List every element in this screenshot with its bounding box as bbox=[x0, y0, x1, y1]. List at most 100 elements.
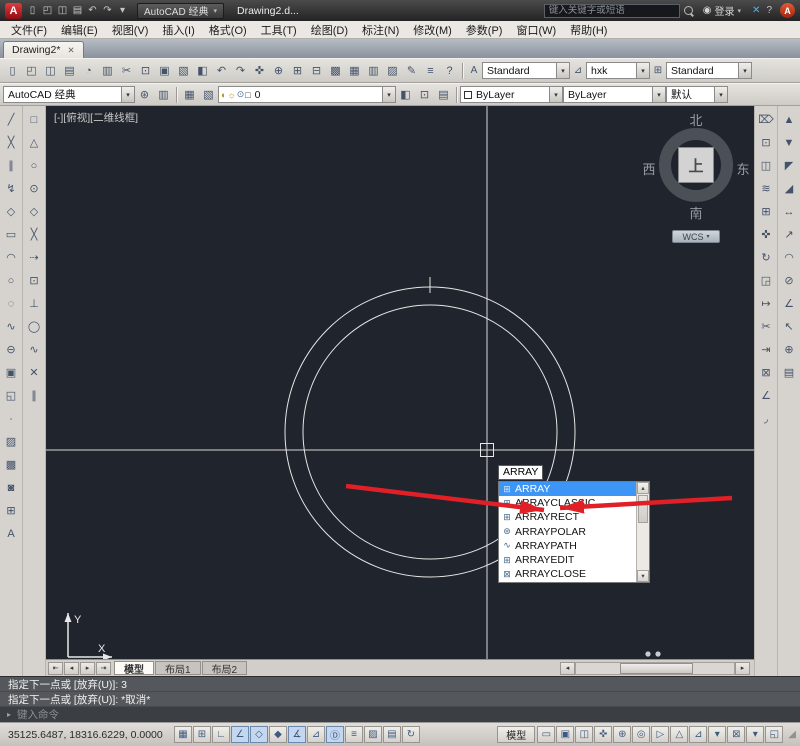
wcs-menu[interactable]: WCS ▾ bbox=[672, 230, 720, 243]
close-icon[interactable]: ✕ bbox=[67, 45, 74, 56]
bring-above-icon[interactable]: ◤ bbox=[779, 155, 800, 176]
workspaces-combo[interactable]: AutoCAD 经典 ▾ bbox=[3, 86, 135, 103]
layer-previous-icon[interactable]: ◧ bbox=[396, 85, 415, 104]
menu-item[interactable]: 窗口(W) bbox=[509, 21, 563, 38]
command-option-arraypolar[interactable]: ⊛ ARRAYPOLAR bbox=[499, 525, 636, 539]
offset-icon[interactable]: ≋ bbox=[756, 178, 777, 199]
plot-icon[interactable]: ▤ bbox=[70, 3, 85, 19]
sheet-set-manager-icon[interactable]: ▨ bbox=[383, 61, 402, 80]
resize-grip-icon[interactable]: ◢ bbox=[788, 729, 796, 740]
snap-midpoint-icon[interactable]: △ bbox=[24, 132, 45, 153]
command-option-arrayclassic[interactable]: ⊞ ARRAYCLASSIC bbox=[499, 496, 636, 510]
multiline-icon[interactable]: ∥ bbox=[1, 155, 22, 176]
quick-view-drawings-icon[interactable]: ◫ bbox=[575, 726, 593, 743]
command-input[interactable] bbox=[17, 709, 800, 721]
snap-endpoint-icon[interactable]: □ bbox=[24, 109, 45, 130]
command-option-array[interactable]: ⊞ ARRAY bbox=[499, 482, 636, 496]
menu-item[interactable]: 标注(N) bbox=[355, 21, 406, 38]
menu-item[interactable]: 文件(F) bbox=[4, 21, 54, 38]
publish-icon[interactable]: ▥ bbox=[98, 61, 117, 80]
lineweight-toggle[interactable]: ≡ bbox=[345, 726, 363, 743]
layout-tab[interactable]: 模型 bbox=[114, 661, 154, 675]
point-icon[interactable]: ∙ bbox=[1, 408, 22, 429]
annotation-caret-icon[interactable]: ▾ bbox=[708, 726, 726, 743]
snap-center-icon[interactable]: ○ bbox=[24, 155, 45, 176]
scrollbar-thumb[interactable] bbox=[638, 495, 648, 523]
extend-icon[interactable]: ⇥ bbox=[756, 339, 777, 360]
make-block-icon[interactable]: ◱ bbox=[1, 385, 22, 406]
rectangle-icon[interactable]: ▭ bbox=[1, 224, 22, 245]
zoom-realtime-icon[interactable]: ⊕ bbox=[269, 61, 288, 80]
chevron-down-icon[interactable]: ▾ bbox=[556, 63, 569, 78]
dimension-style-icon[interactable]: ▤ bbox=[779, 362, 800, 383]
snap-insertion-icon[interactable]: ⊡ bbox=[24, 270, 45, 291]
transparency-toggle[interactable]: ▨ bbox=[364, 726, 382, 743]
aligned-dimension-icon[interactable]: ↗ bbox=[779, 224, 800, 245]
otrack-toggle[interactable]: ∡ bbox=[288, 726, 306, 743]
scroll-right-icon[interactable]: ▸ bbox=[735, 662, 750, 675]
text-style-combo[interactable]: Standard ▾ bbox=[482, 62, 570, 79]
viewcube-top-face[interactable]: 上 bbox=[678, 147, 714, 183]
redo-icon[interactable]: ↷ bbox=[100, 3, 115, 19]
table-icon[interactable]: ⊞ bbox=[1, 500, 22, 521]
angular-dimension-icon[interactable]: ∠ bbox=[779, 293, 800, 314]
arc-icon[interactable]: ◠ bbox=[1, 247, 22, 268]
layout-tab[interactable]: 布局1 bbox=[155, 661, 201, 675]
snap-quadrant-icon[interactable]: ◇ bbox=[24, 201, 45, 222]
move-icon[interactable]: ✜ bbox=[756, 224, 777, 245]
snap-parallel-icon[interactable]: ∥ bbox=[24, 385, 45, 406]
make-object-layer-current-icon[interactable]: ⊡ bbox=[415, 85, 434, 104]
scrollbar-track[interactable] bbox=[637, 524, 649, 570]
table-style-combo[interactable]: Standard ▾ bbox=[666, 62, 752, 79]
osnap-toggle[interactable]: ◇ bbox=[250, 726, 268, 743]
spline-icon[interactable]: ∿ bbox=[1, 316, 22, 337]
open-file-icon[interactable]: ◰ bbox=[22, 61, 41, 80]
snap-perpendicular-icon[interactable]: ⊥ bbox=[24, 293, 45, 314]
qat-dropdown-icon[interactable]: ▾ bbox=[115, 3, 130, 19]
scrollbar-thumb[interactable] bbox=[620, 663, 693, 674]
horizontal-scrollbar[interactable]: ◂ ▸ bbox=[560, 662, 750, 675]
annotation-visibility-icon[interactable]: △ bbox=[670, 726, 688, 743]
snap-node-icon[interactable]: ⊙ bbox=[24, 178, 45, 199]
workspace-lock-icon[interactable]: ⊠ bbox=[727, 726, 745, 743]
layer-combo[interactable]: ◐☼⊙□ 0 ▾ bbox=[218, 86, 396, 103]
dyn-toggle[interactable]: Ⓓ bbox=[326, 726, 344, 743]
scrollbar-track[interactable] bbox=[575, 662, 735, 675]
status-menu-caret-icon[interactable]: ▾ bbox=[746, 726, 764, 743]
plot-preview-icon[interactable]: ◔ bbox=[79, 61, 98, 80]
send-to-back-icon[interactable]: ▼ bbox=[779, 132, 800, 153]
ducs-toggle[interactable]: ⊿ bbox=[307, 726, 325, 743]
pan-realtime-icon[interactable]: ✜ bbox=[250, 61, 269, 80]
layer-filter-icon[interactable]: ▧ bbox=[199, 85, 218, 104]
snap-intersection-icon[interactable]: ╳ bbox=[24, 224, 45, 245]
hatch-icon[interactable]: ▨ bbox=[1, 431, 22, 452]
properties-palette-icon[interactable]: ▩ bbox=[326, 61, 345, 80]
autocad-logo-icon[interactable]: A bbox=[5, 3, 22, 19]
cleanscreen-icon[interactable]: ◱ bbox=[765, 726, 783, 743]
menu-item[interactable]: 参数(P) bbox=[459, 21, 510, 38]
viewport-controls-label[interactable]: [-][俯视][二维线框] bbox=[54, 110, 138, 125]
new-file-icon[interactable]: ▯ bbox=[3, 61, 22, 80]
command-option-arraypath[interactable]: ∿ ARRAYPATH bbox=[499, 539, 636, 553]
help-icon[interactable]: ? bbox=[763, 5, 775, 16]
layout-nav-icon[interactable]: ⇥ bbox=[96, 662, 111, 675]
break-icon[interactable]: ⊠ bbox=[756, 362, 777, 383]
zoom-icon[interactable]: ⊕ bbox=[613, 726, 631, 743]
infocenter-search-input[interactable] bbox=[544, 4, 680, 18]
multiline-text-icon[interactable]: A bbox=[1, 523, 22, 544]
polygon-icon[interactable]: ◇ bbox=[1, 201, 22, 222]
visual-style-combo[interactable]: 默认 ▾ bbox=[666, 86, 728, 103]
menu-item[interactable]: 编辑(E) bbox=[54, 21, 105, 38]
chevron-down-icon[interactable]: ▾ bbox=[549, 87, 562, 102]
workspace-switcher[interactable]: AutoCAD 经典 ▾ bbox=[137, 3, 224, 19]
layout-nav-icon[interactable]: ▸ bbox=[80, 662, 95, 675]
linetype-combo[interactable]: ByLayer ▾ bbox=[563, 86, 666, 103]
menu-item[interactable]: 格式(O) bbox=[202, 21, 254, 38]
menu-item[interactable]: 修改(M) bbox=[406, 21, 459, 38]
viewcube-east[interactable]: 东 bbox=[734, 159, 752, 178]
copy-object-icon[interactable]: ⊡ bbox=[756, 132, 777, 153]
menu-item[interactable]: 插入(I) bbox=[155, 21, 201, 38]
layout-nav-icon[interactable]: ◂ bbox=[64, 662, 79, 675]
layer-states-icon[interactable]: ▤ bbox=[434, 85, 453, 104]
command-option-arrayclose[interactable]: ⊠ ARRAYCLOSE bbox=[499, 567, 636, 581]
